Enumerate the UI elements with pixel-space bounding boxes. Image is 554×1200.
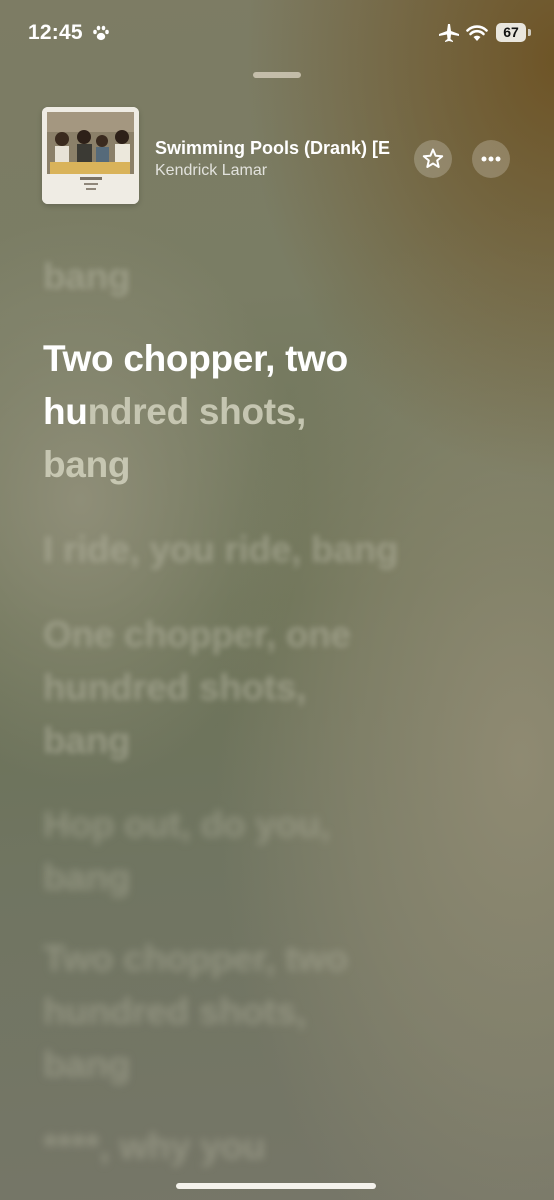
wifi-icon bbox=[466, 25, 488, 41]
lyric-line[interactable]: One chopper, one hundred shots, bang bbox=[43, 608, 463, 767]
more-button[interactable] bbox=[472, 140, 510, 178]
lyric-line-part: hundred shots, bbox=[43, 991, 307, 1032]
album-artwork-image bbox=[42, 107, 139, 204]
star-icon bbox=[422, 148, 444, 168]
status-time: 12:45 bbox=[28, 21, 83, 44]
lyric-line-part: Two chopper, two bbox=[43, 938, 348, 979]
lyric-line-current[interactable]: Two chopper, two hundred shots, bang bbox=[43, 332, 463, 491]
battery-icon: 67 bbox=[496, 23, 526, 42]
album-artwork[interactable] bbox=[42, 107, 139, 204]
home-indicator[interactable] bbox=[176, 1183, 376, 1189]
lyric-line-part: Hop out, do you, bbox=[43, 804, 331, 845]
favorite-button[interactable] bbox=[414, 140, 452, 178]
track-artist[interactable]: Kendrick Lamar bbox=[155, 162, 267, 180]
lyric-line-previous[interactable]: bang bbox=[43, 250, 463, 303]
ellipsis-icon bbox=[481, 156, 501, 162]
lyric-current-part2: hundred shots, bbox=[43, 385, 463, 438]
paw-icon bbox=[93, 25, 109, 41]
sheet-grabber[interactable] bbox=[253, 72, 301, 78]
lyric-line-part: bang bbox=[43, 1044, 131, 1085]
lyric-line-part: One chopper, one bbox=[43, 614, 351, 655]
lyric-line[interactable]: Two chopper, two hundred shots, bang bbox=[43, 932, 463, 1091]
lyric-line-part: bang bbox=[43, 857, 131, 898]
lyric-line[interactable]: I ride, you ride, bang bbox=[43, 523, 463, 576]
status-bar: 12:45 67 bbox=[0, 0, 554, 64]
lyric-line-part: hundred shots, bbox=[43, 667, 307, 708]
now-playing-header: Swimming Pools (Drank) [E Kendrick Lamar bbox=[0, 100, 554, 210]
lyric-line-part: bang bbox=[43, 720, 131, 761]
lyric-line[interactable]: Hop out, do you, bang bbox=[43, 798, 463, 904]
lyric-line[interactable]: ****, why you bbox=[43, 1120, 463, 1173]
lyric-current-unsung: ndred shots, bbox=[87, 391, 307, 432]
lyric-current-part3: bang bbox=[43, 444, 131, 485]
track-title[interactable]: Swimming Pools (Drank) [E bbox=[155, 138, 409, 159]
lyric-current-sung: hu bbox=[43, 391, 88, 432]
battery-tip bbox=[528, 29, 531, 36]
airplane-icon bbox=[439, 24, 459, 42]
lyric-current-part1: Two chopper, two bbox=[43, 338, 348, 379]
